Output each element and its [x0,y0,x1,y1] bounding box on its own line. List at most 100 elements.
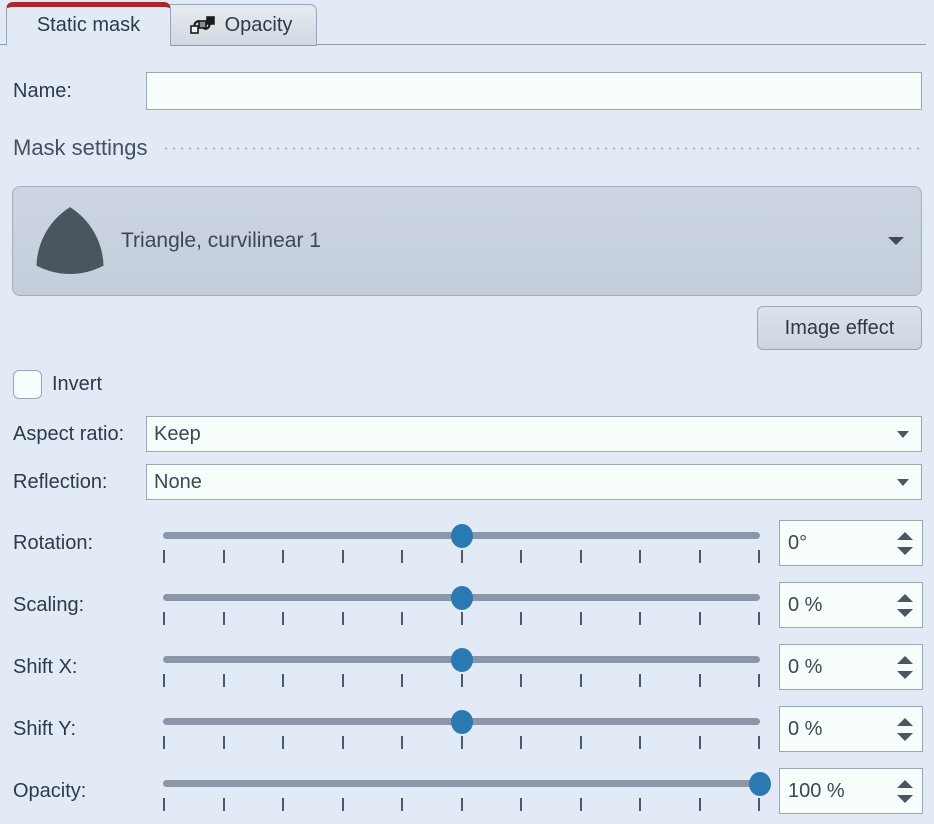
slider-tick [520,674,522,687]
slider-tick [342,736,344,749]
slider-tick [699,736,701,749]
invert-checkbox[interactable] [13,370,42,399]
slider-tick [461,550,463,563]
name-row: Name: [0,70,934,112]
aspect-ratio-select[interactable]: Keep [146,416,922,452]
mask-shape-selector[interactable]: Triangle, curvilinear 1 [12,186,922,296]
slider-tick [163,550,165,563]
slider-handle[interactable] [749,772,771,796]
slider-tick [223,736,225,749]
spinner-down-icon[interactable] [897,795,913,803]
spinner-up-icon[interactable] [897,718,913,726]
slider-tick [520,550,522,563]
rotation-slider[interactable] [163,512,760,574]
reflection-select[interactable]: None [146,464,922,500]
slider-tick [401,736,403,749]
slider-tick [401,612,403,625]
scaling-slider[interactable] [163,574,760,636]
spinner-down-icon[interactable] [897,547,913,555]
opacity-row: Opacity: 100 % [0,760,934,822]
spinner-buttons [888,645,922,689]
slider-handle[interactable] [451,710,473,734]
slider-tick [282,612,284,625]
spinner-buttons [888,707,922,751]
shift-y-slider[interactable] [163,698,760,760]
image-effect-button[interactable]: Image effect [757,306,922,350]
section-title: Mask settings [13,135,148,161]
slider-tick [758,612,760,625]
opacity-spinbox[interactable]: 100 % [779,768,923,814]
aspect-ratio-value: Keep [147,423,897,446]
reflection-row: Reflection: None [0,464,934,500]
shift-x-spinbox[interactable]: 0 % [779,644,923,690]
shift-y-value: 0 % [780,718,888,741]
tab-static-mask[interactable]: Static mask [6,2,171,46]
slider-tick [223,798,225,811]
reuleaux-triangle-icon [31,204,109,282]
slider-tick [401,674,403,687]
slider-ticks [163,674,760,688]
rotation-spinbox[interactable]: 0° [779,520,923,566]
slider-tick [699,674,701,687]
tab-opacity[interactable]: Opacity [165,4,317,46]
slider-ticks [163,612,760,626]
slider-tick [401,798,403,811]
slider-tick [282,736,284,749]
aspect-ratio-row: Aspect ratio: Keep [0,416,934,452]
slider-tick [699,550,701,563]
slider-tick [758,736,760,749]
invert-label: Invert [52,373,102,396]
slider-tick [639,736,641,749]
slider-tick [461,674,463,687]
slider-tick [342,612,344,625]
scaling-value: 0 % [780,594,888,617]
slider-tick [342,674,344,687]
spinner-buttons [888,583,922,627]
name-input[interactable] [146,72,922,110]
slider-tick [163,612,165,625]
shift-x-value: 0 % [780,656,888,679]
slider-tick [699,612,701,625]
slider-handle[interactable] [451,524,473,548]
slider-ticks [163,798,760,812]
tab-static-mask-label: Static mask [37,14,140,37]
slider-tick [342,550,344,563]
chevron-down-icon[interactable] [897,431,921,438]
shift-x-slider[interactable] [163,636,760,698]
slider-tick [223,550,225,563]
spinner-up-icon[interactable] [897,656,913,664]
slider-handle[interactable] [451,648,473,672]
chevron-down-icon[interactable] [897,479,921,486]
spinner-down-icon[interactable] [897,609,913,617]
invert-row: Invert [0,365,934,403]
spinner-down-icon[interactable] [897,671,913,679]
slider-tick [163,736,165,749]
slider-tick [758,798,760,811]
mask-settings-section-header: Mask settings [13,133,922,163]
slider-tick [639,612,641,625]
slider-tick [223,612,225,625]
slider-tick [758,674,760,687]
slider-tick [461,736,463,749]
slider-tick [580,674,582,687]
shift-y-label: Shift Y: [13,718,76,741]
chevron-down-icon[interactable] [888,187,904,295]
shift-y-spinbox[interactable]: 0 % [779,706,923,752]
slider-tick [461,798,463,811]
spinner-up-icon[interactable] [897,532,913,540]
slider-handle[interactable] [451,586,473,610]
slider-track[interactable] [163,780,760,787]
slider-tick [342,798,344,811]
scaling-row: Scaling: 0 % [0,574,934,636]
slider-tick [639,674,641,687]
spinner-down-icon[interactable] [897,733,913,741]
slider-ticks [163,736,760,750]
opacity-value: 100 % [780,780,888,803]
scaling-spinbox[interactable]: 0 % [779,582,923,628]
slider-tick [699,798,701,811]
spinner-up-icon[interactable] [897,594,913,602]
slider-tick [282,550,284,563]
opacity-label: Opacity: [13,780,86,803]
opacity-slider[interactable] [163,760,760,822]
spinner-up-icon[interactable] [897,780,913,788]
